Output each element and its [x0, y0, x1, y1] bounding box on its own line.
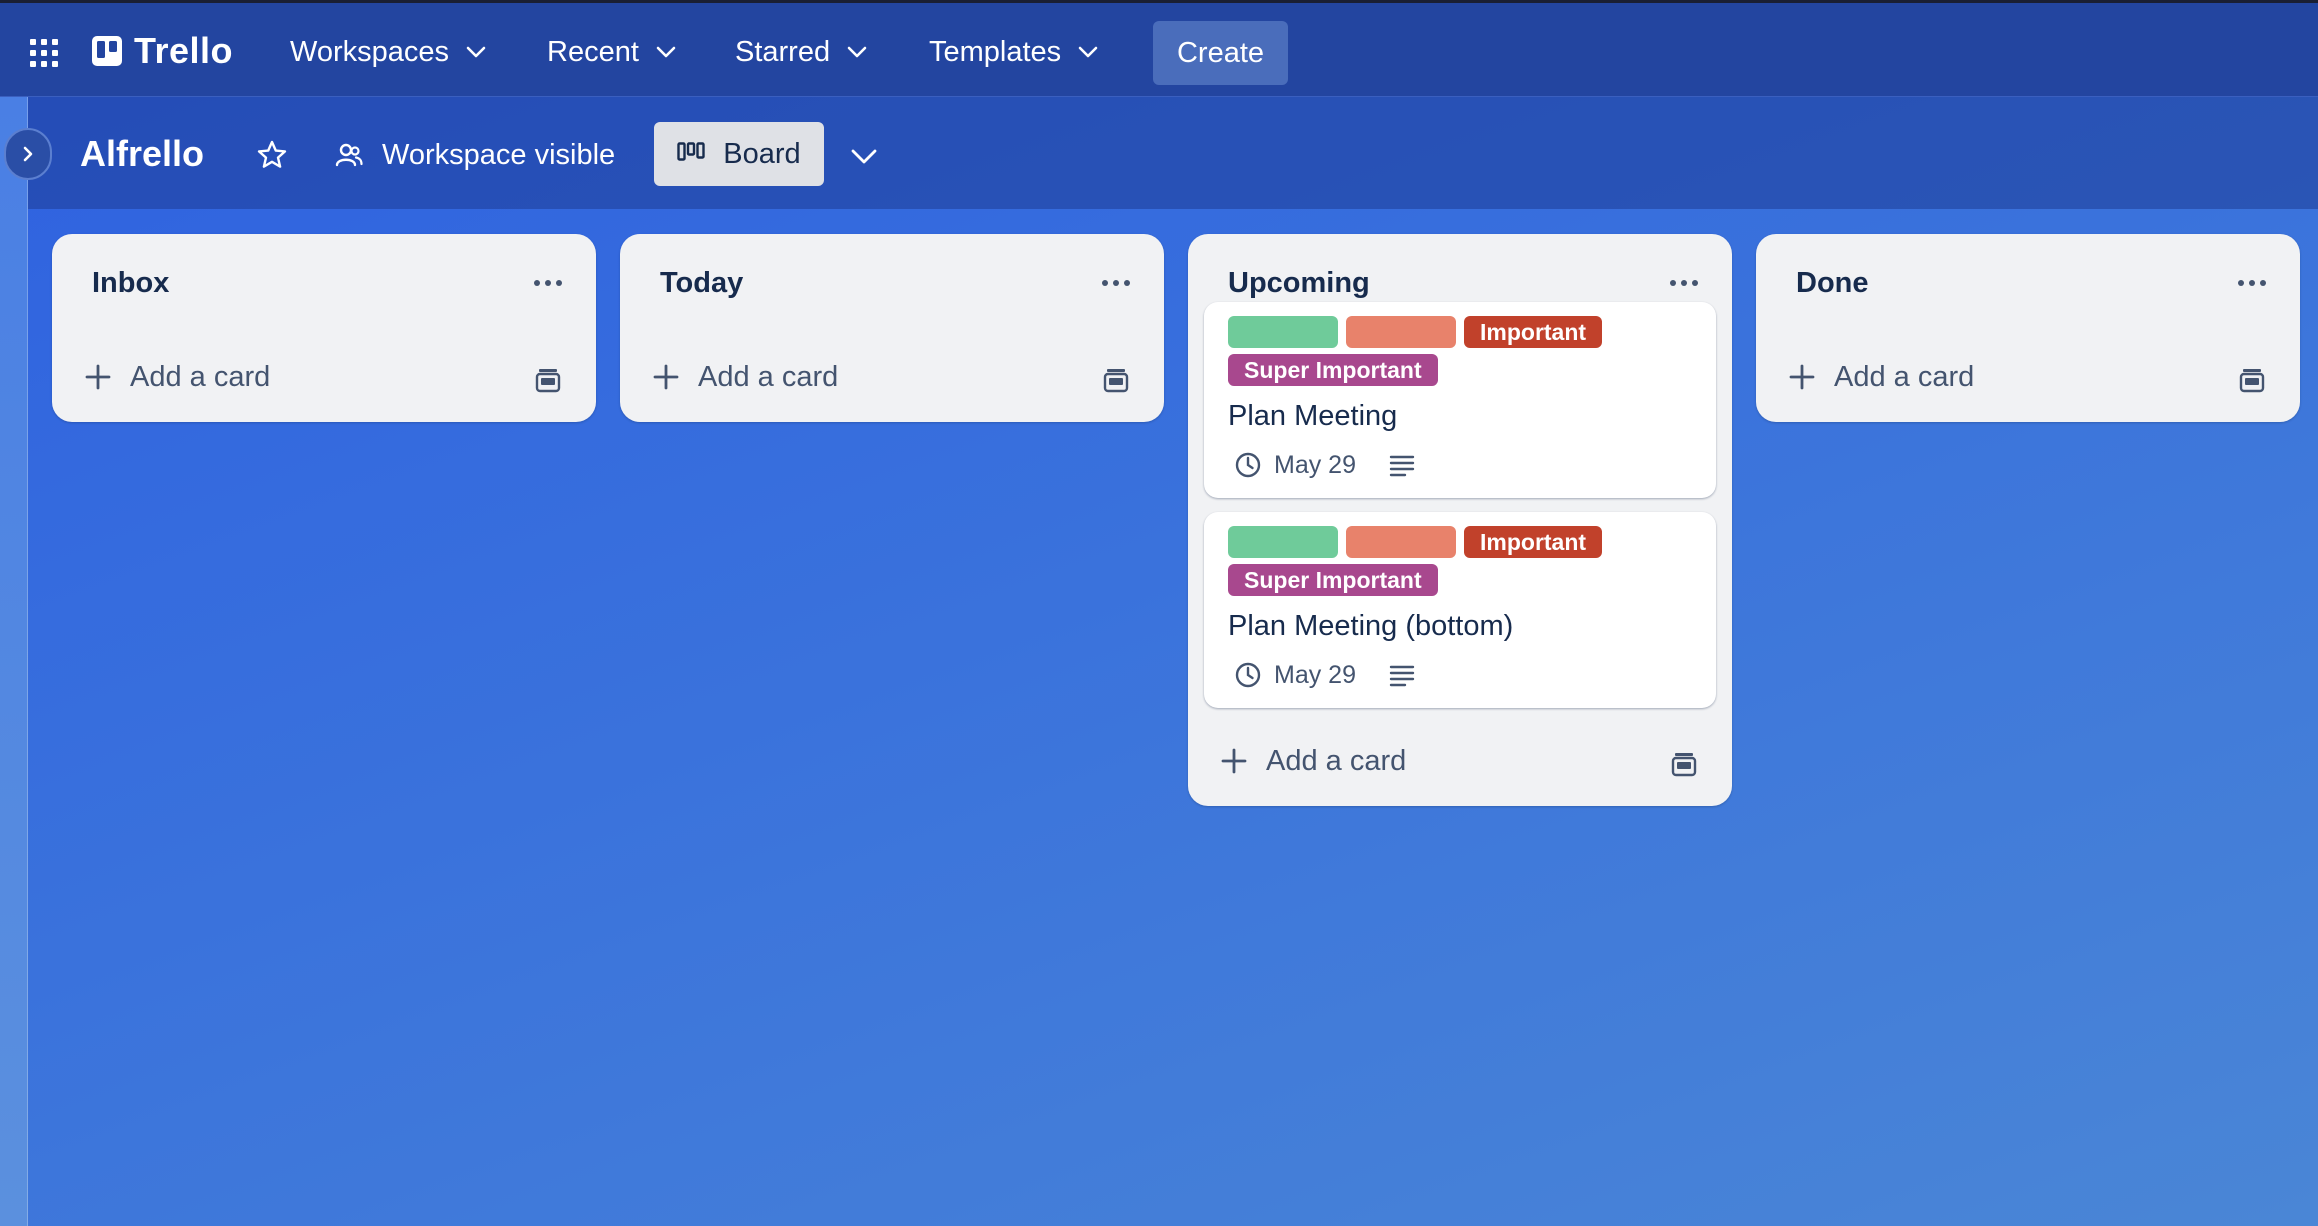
card-badges: May 29	[1228, 448, 1692, 482]
label-orange[interactable]	[1346, 526, 1456, 558]
list-menu-button[interactable]	[530, 268, 566, 298]
board-view-icon	[677, 142, 705, 161]
due-date-label: May 29	[1274, 660, 1356, 689]
create-from-template-button[interactable]	[2238, 366, 2266, 394]
app-switcher-icon[interactable]	[30, 39, 58, 67]
star-board-button[interactable]	[252, 135, 292, 175]
nav-templates-label: Templates	[929, 35, 1062, 68]
create-button[interactable]: Create	[1153, 21, 1288, 85]
board-view-label: Board	[723, 137, 801, 170]
chevron-down-icon	[851, 149, 877, 164]
more-icon	[1102, 280, 1130, 286]
add-card-label: Add a card	[698, 360, 839, 393]
create-from-template-button[interactable]	[1102, 366, 1130, 394]
plus-icon	[85, 364, 111, 390]
plus-icon	[653, 364, 679, 390]
add-card-button[interactable]: Add a card	[1188, 716, 1732, 806]
app-name: Trello	[134, 30, 234, 71]
plus-icon	[1789, 364, 1815, 390]
due-date-badge[interactable]: May 29	[1228, 661, 1356, 690]
board-title[interactable]: Alfrello	[80, 128, 204, 180]
more-icon	[1670, 280, 1698, 286]
list-done: Done Add a card	[1756, 234, 2300, 422]
list-menu-button[interactable]	[2234, 268, 2270, 298]
trello-logo[interactable]: Trello	[92, 30, 234, 71]
card-plan-meeting-bottom[interactable]: Important Super Important Plan Meeting (…	[1204, 512, 1716, 708]
create-from-template-button[interactable]	[1670, 750, 1698, 778]
template-icon	[1671, 753, 1697, 777]
expand-sidebar-button[interactable]	[4, 128, 52, 180]
switch-views-button[interactable]	[848, 140, 880, 172]
due-date-badge[interactable]: May 29	[1228, 451, 1356, 480]
template-icon	[2239, 369, 2265, 393]
plus-icon	[1221, 748, 1247, 774]
card-title: Plan Meeting	[1228, 399, 1398, 432]
nav-starred-label: Starred	[735, 35, 831, 68]
label-super-important[interactable]: Super Important	[1228, 354, 1438, 386]
nav-recent-label: Recent	[547, 35, 639, 68]
board-view-button[interactable]: Board	[654, 122, 824, 186]
trello-logo-icon	[92, 36, 122, 66]
card-badges: May 29	[1228, 658, 1692, 692]
more-icon	[2238, 280, 2266, 286]
visibility-label: Workspace visible	[382, 138, 616, 171]
chevron-right-icon	[23, 146, 33, 162]
visibility-button[interactable]: Workspace visible	[334, 130, 615, 180]
list-header: Upcoming	[1188, 234, 1732, 332]
list-title[interactable]: Inbox	[92, 267, 169, 300]
more-icon	[534, 280, 562, 286]
clock-icon	[1235, 662, 1261, 688]
list-header: Done	[1756, 234, 2300, 332]
label-green[interactable]	[1228, 526, 1338, 558]
people-icon	[335, 143, 363, 167]
card-title: Plan Meeting (bottom)	[1228, 609, 1514, 642]
list-header: Inbox	[52, 234, 596, 332]
clock-icon	[1235, 452, 1261, 478]
list-title[interactable]: Upcoming	[1228, 267, 1370, 300]
add-card-button[interactable]: Add a card	[1756, 332, 2300, 422]
list-menu-button[interactable]	[1666, 268, 1702, 298]
star-icon	[257, 140, 287, 168]
add-card-label: Add a card	[130, 360, 271, 393]
nav-recent[interactable]: Recent	[543, 27, 681, 77]
list-header: Today	[620, 234, 1164, 332]
list-title[interactable]: Done	[1796, 267, 1869, 300]
label-super-important[interactable]: Super Important	[1228, 564, 1438, 596]
add-card-label: Add a card	[1266, 744, 1407, 777]
add-card-button[interactable]: Add a card	[620, 332, 1164, 422]
list-menu-button[interactable]	[1098, 268, 1134, 298]
nav-starred[interactable]: Starred	[731, 27, 872, 77]
create-from-template-button[interactable]	[534, 366, 562, 394]
list-upcoming: Upcoming Important Super Important Plan …	[1188, 234, 1732, 806]
nav-workspaces-label: Workspaces	[290, 35, 450, 68]
collapsed-sidebar[interactable]	[0, 97, 28, 1226]
description-icon	[1389, 665, 1415, 687]
list-inbox: Inbox Add a card	[52, 234, 596, 422]
due-date-label: May 29	[1274, 450, 1356, 479]
nav-workspaces[interactable]: Workspaces	[286, 27, 491, 77]
template-icon	[1103, 369, 1129, 393]
chevron-down-icon	[466, 46, 486, 58]
nav-templates[interactable]: Templates	[925, 27, 1103, 77]
list-title[interactable]: Today	[660, 267, 743, 300]
description-icon	[1389, 455, 1415, 477]
chevron-down-icon	[1078, 46, 1098, 58]
chevron-down-icon	[847, 46, 867, 58]
add-card-button[interactable]: Add a card	[52, 332, 596, 422]
label-important[interactable]: Important	[1464, 526, 1603, 558]
template-icon	[535, 369, 561, 393]
chevron-down-icon	[656, 46, 676, 58]
card-labels: Important Super Important	[1228, 526, 1692, 596]
top-header: Trello Workspaces Recent Starred Templat…	[0, 0, 2318, 97]
add-card-label: Add a card	[1834, 360, 1975, 393]
list-today: Today Add a card	[620, 234, 1164, 422]
